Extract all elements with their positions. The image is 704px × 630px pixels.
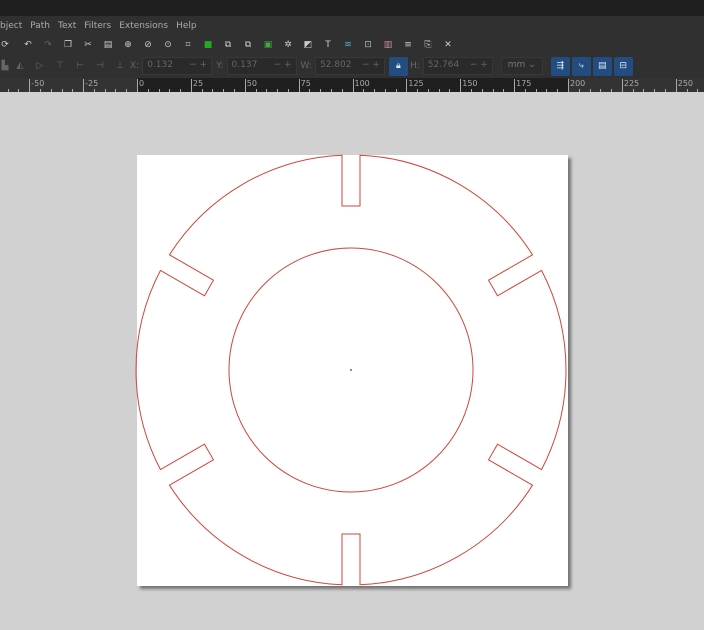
drawing [135, 154, 567, 586]
center-point [350, 369, 352, 371]
